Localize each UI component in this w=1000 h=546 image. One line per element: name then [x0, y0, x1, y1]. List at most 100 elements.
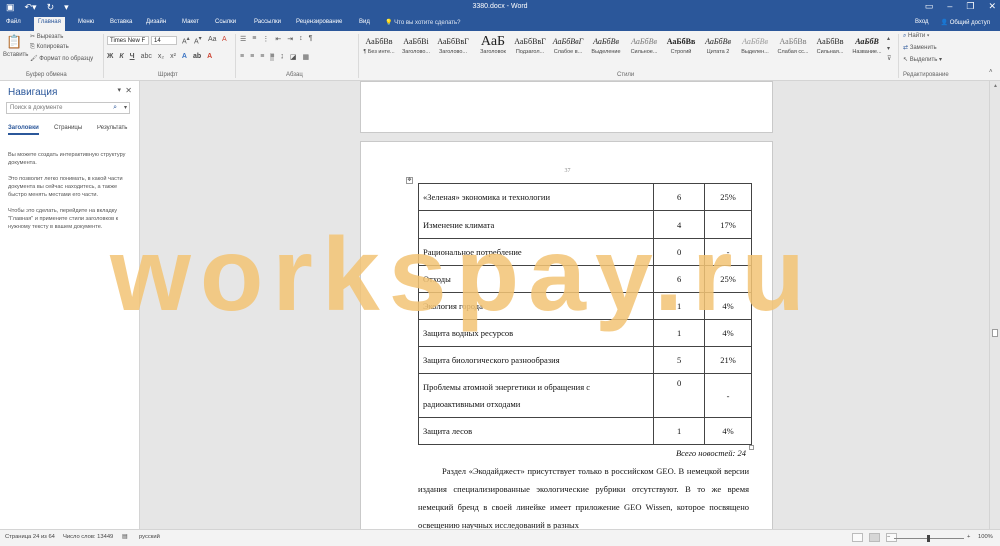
table-cell-share[interactable]: 25% — [704, 265, 752, 293]
superscript-icon[interactable]: x² — [170, 53, 176, 60]
page-previous[interactable] — [360, 81, 773, 133]
tab-menu[interactable]: Меню — [78, 19, 94, 25]
proofing-icon[interactable]: ▤ — [122, 534, 127, 540]
table-cell-share[interactable]: 17% — [704, 210, 752, 239]
font-name-select[interactable]: Times New F — [107, 36, 149, 45]
paste-button[interactable]: Вставить — [3, 52, 28, 58]
paste-icon[interactable]: 📋 — [6, 34, 22, 50]
read-mode-icon[interactable] — [852, 533, 863, 542]
table-cell-count[interactable]: 1 — [653, 319, 706, 347]
replace-button[interactable]: ⇄ Заменить — [903, 44, 937, 51]
increase-indent-icon[interactable]: ⇥ — [287, 35, 293, 43]
style-item[interactable]: АаБбВв Выделение — [588, 35, 624, 55]
show-marks-icon[interactable]: ¶ — [309, 35, 313, 43]
table-cell-topic[interactable]: «Зеленая» экономика и технологии — [417, 183, 655, 211]
table-cell-share[interactable]: - — [704, 373, 752, 418]
document-area[interactable]: 37 ✥ «Зеленая» экономика и технологии 6 25… — [141, 81, 989, 529]
table-cell-topic[interactable]: Изменение климата — [417, 210, 655, 239]
restore-icon[interactable]: ❐ — [966, 1, 974, 12]
scroll-down-icon[interactable]: ▾ — [887, 44, 891, 54]
table-cell-count[interactable]: 6 — [653, 265, 706, 293]
find-button[interactable]: ⌕ Найти ▾ — [903, 33, 929, 40]
shrink-font-icon[interactable]: A▾ — [194, 36, 202, 45]
tab-review[interactable]: Рецензирование — [296, 19, 342, 25]
word-count[interactable]: Число слов: 13449 — [63, 534, 113, 540]
table-cell-topic[interactable]: Проблемы атомной энергетики и обращения … — [417, 373, 655, 418]
cut-button[interactable]: ✂ Вырезать — [30, 33, 63, 40]
borders-icon[interactable]: ▦ — [303, 53, 310, 61]
table-cell-share[interactable]: 21% — [704, 346, 752, 374]
strikethrough-icon[interactable]: abc — [141, 53, 152, 60]
table-cell-share[interactable]: 4% — [704, 292, 752, 320]
table-cell-share[interactable]: - — [704, 238, 752, 266]
style-item[interactable]: АаБбВ Название... — [849, 35, 885, 55]
table-cell-count[interactable]: 0 — [653, 373, 706, 418]
table-cell-count[interactable]: 1 — [653, 292, 706, 320]
minimize-icon[interactable]: – — [947, 1, 952, 12]
style-item[interactable]: АаБбВі Заголово... — [398, 35, 434, 55]
style-item[interactable]: АаБбВв Цитата 2 — [700, 35, 736, 55]
copy-button[interactable]: ⎘ Копировать — [30, 44, 69, 51]
zoom-out-icon[interactable]: − — [887, 534, 890, 540]
scrollbar-thumb[interactable] — [992, 329, 998, 337]
style-item[interactable]: АаБбВвГ Подзагол... — [512, 35, 548, 55]
justify-icon[interactable]: ≡ — [270, 53, 275, 61]
table-cell-topic[interactable]: Отходы — [417, 265, 655, 293]
search-icon[interactable]: ⌕ — [113, 104, 117, 112]
ribbon-options-icon[interactable]: ▭ — [925, 1, 934, 12]
align-left-icon[interactable]: ≡ — [240, 53, 244, 61]
sort-icon[interactable]: ↕ — [299, 35, 303, 43]
highlight-icon[interactable]: ab — [193, 53, 201, 60]
table-move-handle[interactable]: ✥ — [406, 177, 413, 184]
tab-pages[interactable]: Страницы — [54, 125, 82, 131]
tab-design[interactable]: Дизайн — [146, 19, 166, 25]
zoom-in-icon[interactable]: + — [967, 534, 970, 540]
change-case-icon[interactable]: Aa — [208, 36, 217, 43]
table-resize-handle[interactable] — [749, 445, 754, 450]
style-item[interactable]: АаБбВвГ Заголово... — [435, 35, 471, 55]
collapse-ribbon-icon[interactable]: ˄ — [989, 69, 993, 75]
tab-layout[interactable]: Макет — [182, 19, 199, 25]
table-cell-share[interactable]: 4% — [704, 417, 752, 445]
table-cell-count[interactable]: 1 — [653, 417, 706, 445]
table-cell-topic[interactable]: Защита водных ресурсов — [417, 319, 655, 347]
zoom-level[interactable]: 100% — [978, 534, 993, 540]
font-size-select[interactable]: 14 — [151, 36, 177, 45]
vertical-scrollbar[interactable]: ▲ — [989, 81, 1000, 529]
tab-references[interactable]: Ссылки — [215, 19, 236, 25]
table-cell-count[interactable]: 6 — [653, 183, 706, 211]
format-painter-button[interactable]: 🖌 Формат по образцу — [30, 55, 93, 62]
select-button[interactable]: ↖ Выделить ▾ — [903, 56, 942, 63]
font-color-icon[interactable]: A — [207, 53, 212, 60]
signin-link[interactable]: Вход — [915, 19, 929, 26]
italic-icon[interactable]: К — [119, 53, 123, 60]
table-cell-topic[interactable]: Рациональное потребление — [417, 238, 655, 266]
close-icon[interactable]: ✕ — [125, 86, 132, 95]
style-item[interactable]: АаБбВв Слабая сс... — [775, 35, 811, 55]
grow-font-icon[interactable]: A▴ — [182, 36, 190, 45]
language-indicator[interactable]: русский — [139, 534, 160, 540]
page-current[interactable]: 37 ✥ «Зеленая» экономика и технологии 6 25… — [360, 141, 773, 529]
underline-icon[interactable]: Ч — [130, 53, 135, 60]
bold-icon[interactable]: Ж — [107, 53, 113, 60]
data-table[interactable]: «Зеленая» экономика и технологии 6 25% Изм… — [417, 183, 752, 445]
table-cell-share[interactable]: 4% — [704, 319, 752, 347]
search-input[interactable]: Поиск в документе ⌕ ▾ — [6, 102, 130, 114]
numbering-icon[interactable]: ≡ — [252, 35, 256, 43]
more-styles-icon[interactable]: ⊽ — [887, 54, 891, 64]
scroll-up-icon[interactable]: ▲ — [993, 83, 998, 89]
tell-me-box[interactable]: 💡 Что вы хотите сделать? — [385, 19, 460, 26]
subscript-icon[interactable]: x₂ — [158, 53, 164, 60]
table-cell-share[interactable]: 25% — [704, 183, 752, 211]
table-cell-count[interactable]: 0 — [653, 238, 706, 266]
table-cell-count[interactable]: 5 — [653, 346, 706, 374]
table-cell-topic[interactable]: Защита биологического разнообразия — [417, 346, 655, 374]
text-effects-icon[interactable]: A — [182, 53, 187, 60]
print-layout-icon[interactable] — [869, 533, 880, 542]
close-icon[interactable]: ✕ — [988, 1, 996, 12]
style-item[interactable]: АаБбВв Строгий — [663, 35, 699, 55]
clear-format-icon[interactable]: A — [222, 36, 227, 43]
table-cell-count[interactable]: 4 — [653, 210, 706, 239]
align-center-icon[interactable]: ≡ — [250, 53, 254, 61]
tab-home[interactable]: Главная — [34, 17, 65, 31]
